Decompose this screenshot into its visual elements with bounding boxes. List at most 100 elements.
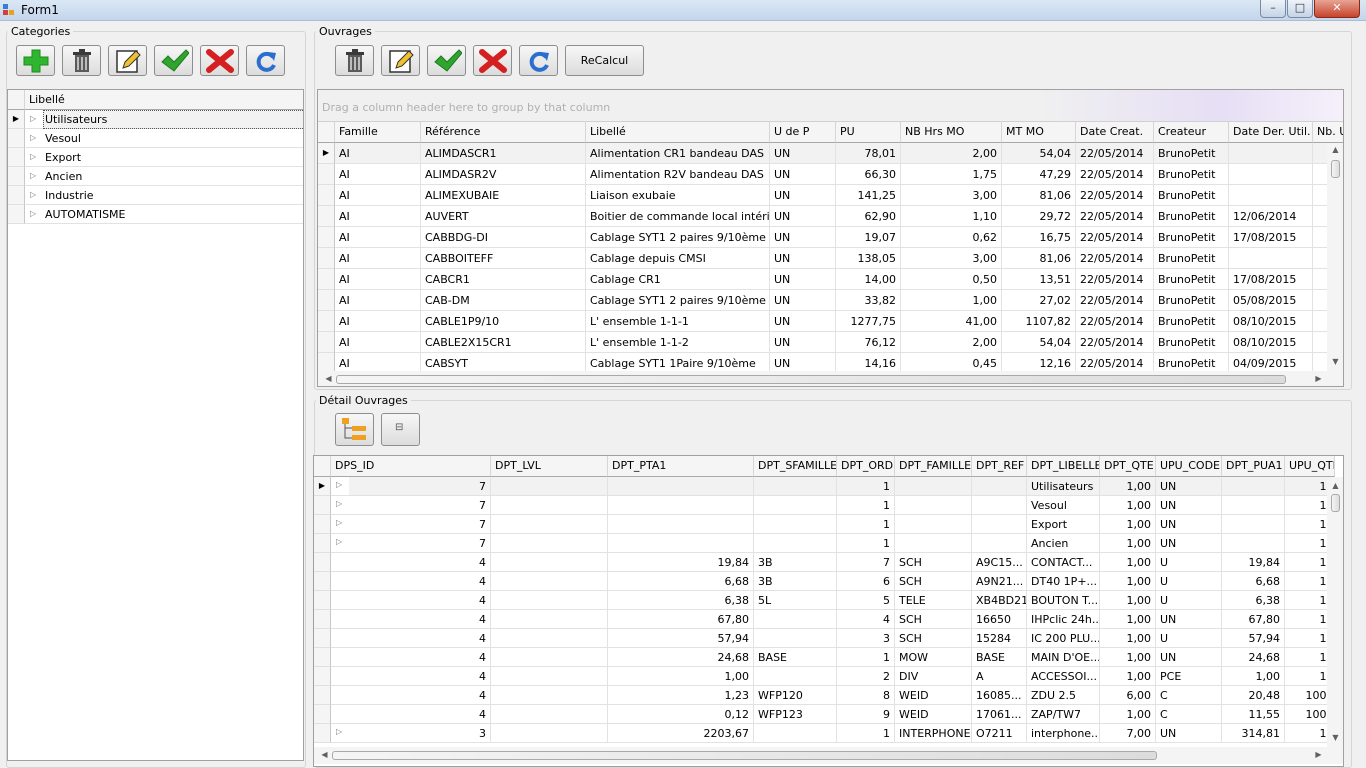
row-header[interactable] bbox=[318, 248, 335, 269]
table-cell[interactable]: 1,00 bbox=[1100, 534, 1156, 553]
table-cell[interactable] bbox=[491, 572, 608, 591]
table-cell[interactable]: 66,30 bbox=[836, 164, 901, 185]
row-header[interactable] bbox=[314, 572, 331, 591]
table-cell[interactable]: BrunoPetit bbox=[1154, 332, 1229, 353]
table-cell[interactable]: 54,04 bbox=[1002, 332, 1076, 353]
table-cell[interactable]: 1,00 bbox=[901, 290, 1002, 311]
table-cell[interactable] bbox=[754, 629, 837, 648]
table-cell[interactable]: IC 200 PLU... bbox=[1027, 629, 1100, 648]
table-cell[interactable]: 78,01 bbox=[836, 143, 901, 164]
table-cell[interactable]: 7 bbox=[349, 534, 491, 553]
table-cell[interactable]: AI bbox=[335, 269, 421, 290]
table-cell[interactable]: 13,51 bbox=[1002, 269, 1076, 290]
table-cell[interactable]: BrunoPetit bbox=[1154, 290, 1229, 311]
table-cell[interactable]: INTERPHONE bbox=[895, 724, 972, 743]
row-header[interactable] bbox=[318, 311, 335, 332]
table-cell[interactable]: 8 bbox=[837, 686, 895, 705]
table-cell[interactable]: 19,07 bbox=[836, 227, 901, 248]
table-cell[interactable]: Liaison exubaie bbox=[586, 185, 770, 206]
column-header[interactable]: DPT_LIBELLE bbox=[1027, 456, 1100, 477]
table-cell[interactable]: BrunoPetit bbox=[1154, 185, 1229, 206]
table-cell[interactable]: AI bbox=[335, 290, 421, 311]
table-cell[interactable]: 12/06/2014 bbox=[1229, 206, 1313, 227]
table-cell[interactable]: 22/05/2014 bbox=[1076, 143, 1154, 164]
expand-arrow[interactable]: ▷ bbox=[331, 724, 349, 743]
table-cell[interactable]: 7 bbox=[349, 477, 491, 496]
table-cell[interactable]: BrunoPetit bbox=[1154, 143, 1229, 164]
row-header[interactable]: ▶ bbox=[8, 110, 25, 129]
row-header[interactable] bbox=[314, 515, 331, 534]
row-header[interactable]: ▶ bbox=[314, 477, 331, 496]
scroll-left-arrow[interactable]: ◀ bbox=[316, 750, 333, 759]
table-cell[interactable]: 4 bbox=[349, 553, 491, 572]
table-cell[interactable]: 16,75 bbox=[1002, 227, 1076, 248]
expand-arrow[interactable]: ▷ bbox=[25, 110, 43, 129]
table-cell[interactable]: 20,48 bbox=[1222, 686, 1285, 705]
table-cell[interactable]: Alimentation CR1 bandeau DAS bbox=[586, 143, 770, 164]
category-item[interactable]: Vesoul bbox=[43, 129, 303, 148]
table-cell[interactable]: UN bbox=[1156, 477, 1222, 496]
table-cell[interactable]: CABLE1P9/10 bbox=[421, 311, 586, 332]
table-cell[interactable]: 1,00 bbox=[1100, 477, 1156, 496]
table-cell[interactable] bbox=[491, 724, 608, 743]
table-cell[interactable]: Vesoul bbox=[1027, 496, 1100, 515]
column-header[interactable]: DPT_FAMILLE bbox=[895, 456, 972, 477]
table-cell[interactable]: UN bbox=[1156, 496, 1222, 515]
table-cell[interactable]: 1107,82 bbox=[1002, 311, 1076, 332]
table-cell[interactable]: UN bbox=[770, 227, 836, 248]
table-cell[interactable]: 314,81 bbox=[1222, 724, 1285, 743]
table-cell[interactable]: A bbox=[972, 667, 1027, 686]
table-cell[interactable]: 1,75 bbox=[901, 164, 1002, 185]
table-cell[interactable]: 1,00 bbox=[1100, 648, 1156, 667]
group-panel[interactable]: Drag a column header here to group by th… bbox=[318, 90, 1343, 122]
table-cell[interactable]: 1,23 bbox=[608, 686, 754, 705]
table-cell[interactable]: UN bbox=[770, 269, 836, 290]
table-cell[interactable]: 24,68 bbox=[1222, 648, 1285, 667]
column-header[interactable]: DPT_ORD bbox=[837, 456, 895, 477]
scroll-down-arrow[interactable]: ▼ bbox=[1327, 733, 1343, 742]
scroll-thumb[interactable] bbox=[1331, 494, 1340, 512]
table-cell[interactable]: 5 bbox=[837, 591, 895, 610]
table-cell[interactable]: 81,06 bbox=[1002, 185, 1076, 206]
table-cell[interactable]: AI bbox=[335, 248, 421, 269]
category-item[interactable]: Industrie bbox=[43, 186, 303, 205]
table-cell[interactable]: 22/05/2014 bbox=[1076, 269, 1154, 290]
row-header[interactable] bbox=[314, 648, 331, 667]
row-header[interactable] bbox=[8, 186, 25, 205]
table-cell[interactable]: 1 bbox=[837, 477, 895, 496]
table-cell[interactable] bbox=[895, 515, 972, 534]
table-cell[interactable]: Cablage depuis CMSI bbox=[586, 248, 770, 269]
expand-arrow[interactable]: ▷ bbox=[25, 205, 43, 224]
category-item[interactable]: Utilisateurs bbox=[43, 110, 303, 129]
table-cell[interactable]: CAB-DM bbox=[421, 290, 586, 311]
table-cell[interactable]: IHPclic 24h... bbox=[1027, 610, 1100, 629]
table-cell[interactable]: DT40 1P+... bbox=[1027, 572, 1100, 591]
table-cell[interactable]: 08/10/2015 bbox=[1229, 332, 1313, 353]
expand-arrow[interactable]: ▷ bbox=[331, 496, 349, 515]
table-cell[interactable]: 1,00 bbox=[1100, 553, 1156, 572]
table-cell[interactable]: 6,68 bbox=[1222, 572, 1285, 591]
row-header[interactable] bbox=[314, 591, 331, 610]
table-cell[interactable]: 3B bbox=[754, 553, 837, 572]
expand-arrow[interactable]: ▷ bbox=[25, 148, 43, 167]
table-cell[interactable]: 47,29 bbox=[1002, 164, 1076, 185]
table-cell[interactable]: Cablage CR1 bbox=[586, 269, 770, 290]
table-cell[interactable] bbox=[608, 496, 754, 515]
table-cell[interactable] bbox=[1222, 477, 1285, 496]
table-cell[interactable]: AI bbox=[335, 206, 421, 227]
table-cell[interactable]: A9N21... bbox=[972, 572, 1027, 591]
row-header[interactable] bbox=[318, 185, 335, 206]
table-cell[interactable]: 1 bbox=[837, 724, 895, 743]
table-cell[interactable]: 22/05/2014 bbox=[1076, 227, 1154, 248]
detail-vscroll[interactable]: ▲ ▼ bbox=[1327, 477, 1343, 747]
table-cell[interactable]: UN bbox=[770, 185, 836, 206]
table-cell[interactable] bbox=[1229, 248, 1313, 269]
table-cell[interactable]: 11,55 bbox=[1222, 705, 1285, 724]
table-cell[interactable]: Utilisateurs bbox=[1027, 477, 1100, 496]
table-cell[interactable]: 5L bbox=[754, 591, 837, 610]
table-cell[interactable]: UN bbox=[770, 290, 836, 311]
table-cell[interactable] bbox=[754, 477, 837, 496]
row-header[interactable] bbox=[318, 164, 335, 185]
table-cell[interactable]: 4 bbox=[349, 648, 491, 667]
table-cell[interactable]: ZAP/TW7 bbox=[1027, 705, 1100, 724]
